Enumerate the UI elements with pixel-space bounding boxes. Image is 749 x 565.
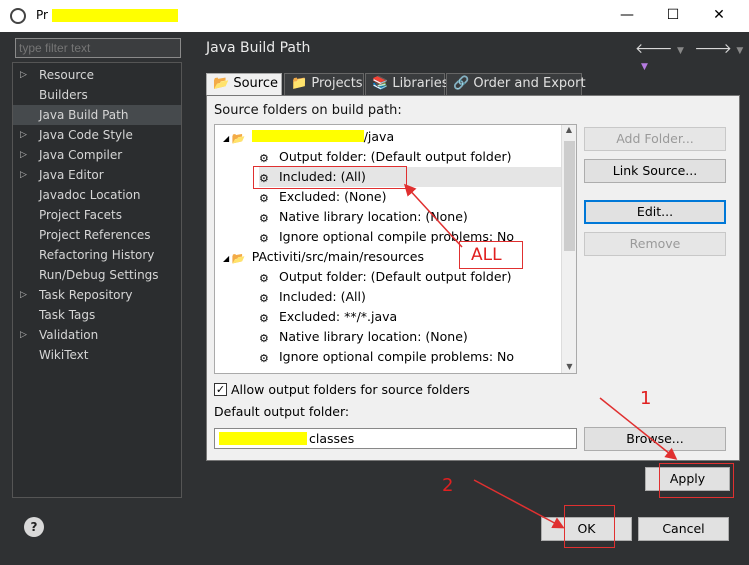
arrow-all (403, 183, 463, 248)
arrow-step-2 (473, 479, 565, 529)
annotation-arrows (403, 183, 678, 529)
arrow-step-1 (599, 397, 678, 460)
